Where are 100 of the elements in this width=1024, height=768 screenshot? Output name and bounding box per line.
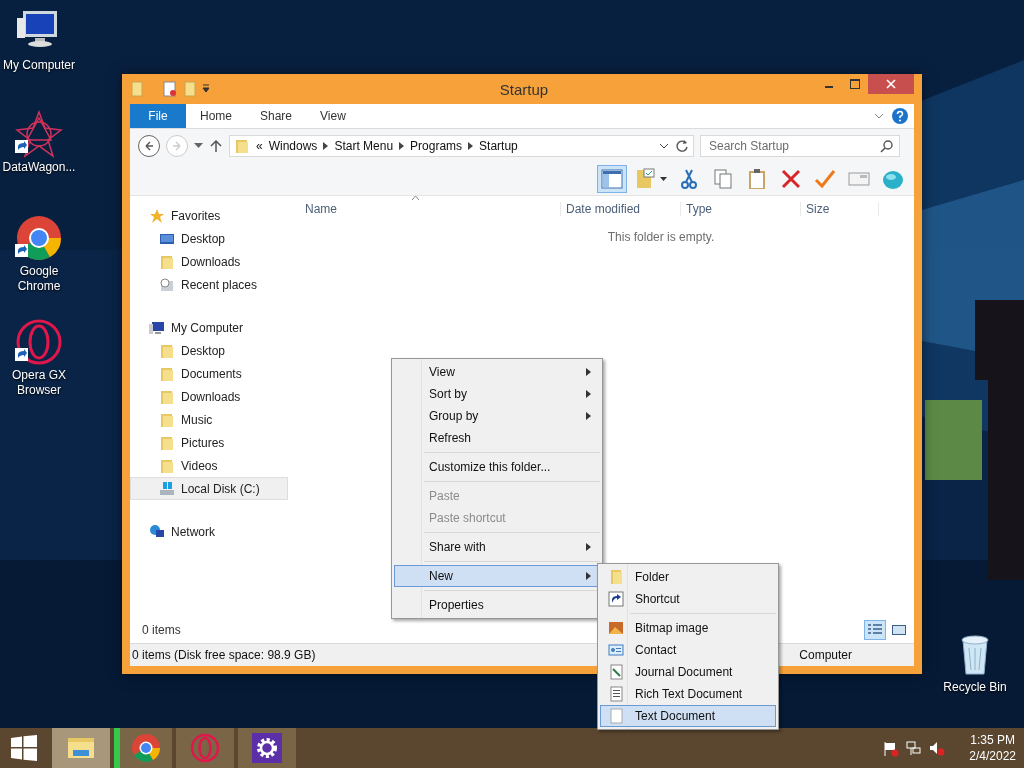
ribbon-tab[interactable]: Share xyxy=(246,104,307,128)
empty-folder-message: This folder is empty. xyxy=(607,230,715,244)
menu-item[interactable]: Journal Document xyxy=(600,661,776,683)
nav-item[interactable]: Desktop xyxy=(130,227,288,250)
menu-item[interactable]: Properties xyxy=(394,594,600,616)
disk-icon xyxy=(159,480,175,497)
details-list-icon xyxy=(868,624,882,636)
pane-icon xyxy=(600,167,624,191)
submenu-arrow-icon xyxy=(586,572,591,580)
clock-time: 1:35 PM xyxy=(970,732,1015,748)
flag-icon[interactable] xyxy=(882,739,900,757)
chrome-icon xyxy=(130,732,162,764)
status-text: 0 items (Disk free space: 98.9 GB) xyxy=(132,648,316,662)
large-icons-icon xyxy=(892,624,906,636)
ribbon-tab[interactable]: View xyxy=(306,104,360,128)
column-header[interactable]: Name xyxy=(300,202,561,216)
menu-item[interactable]: Bitmap image xyxy=(600,617,776,639)
nav-item[interactable]: Favorites xyxy=(130,204,288,227)
nav-item-label: Videos xyxy=(181,458,218,473)
nav-item-label: Network xyxy=(171,524,215,539)
nav-item[interactable]: Local Disk (C:) xyxy=(130,477,288,500)
contact-icon xyxy=(608,642,624,658)
menu-item[interactable]: Customize this folder... xyxy=(394,456,600,478)
shortcut-icon xyxy=(608,591,624,607)
nav-item-label: Downloads xyxy=(181,389,241,404)
menu-item[interactable]: Share with xyxy=(394,536,600,558)
submenu-arrow-icon xyxy=(586,543,591,551)
address-bar[interactable]: « Windows Start Menu Programs Startup xyxy=(229,135,694,157)
folder-icon xyxy=(159,411,175,428)
recent-icon xyxy=(159,276,175,293)
column-header[interactable]: Date modified xyxy=(561,202,681,216)
breadcrumb-overflow[interactable]: « xyxy=(256,139,263,153)
nav-item-label: Recent places xyxy=(181,277,258,292)
nav-item-label: Desktop xyxy=(181,231,226,246)
quick-access-toolbar-icon[interactable] xyxy=(130,80,212,98)
window-title: Startup xyxy=(498,80,550,98)
network-icon xyxy=(149,523,165,540)
nav-item[interactable]: Documents xyxy=(130,362,288,385)
nav-item-label: Documents xyxy=(181,366,242,381)
toolbar-button[interactable] xyxy=(597,165,627,193)
nav-item[interactable]: Pictures xyxy=(130,431,288,454)
desktop-icon[interactable]: DataWagon... xyxy=(0,110,78,175)
nav-item[interactable]: Network xyxy=(130,520,288,543)
menu-item[interactable]: Shortcut xyxy=(600,588,776,610)
menu-item[interactable]: Contact xyxy=(600,639,776,661)
network-icon[interactable] xyxy=(905,739,923,757)
taskbar-button[interactable] xyxy=(238,728,296,768)
menu-item[interactable]: Refresh xyxy=(394,427,600,449)
details-view-button[interactable] xyxy=(864,620,886,640)
desktop-icon-label: Google Chrome xyxy=(16,264,62,294)
nav-item[interactable]: My Computer xyxy=(130,316,288,339)
column-header[interactable]: Type xyxy=(681,202,801,216)
minimize-icon xyxy=(825,86,833,88)
bitmap-icon xyxy=(608,620,624,636)
ribbon-tab[interactable]: Home xyxy=(186,104,246,128)
breadcrumb-separator-icon xyxy=(399,142,405,150)
help-icon[interactable] xyxy=(892,108,908,124)
submenu-arrow-icon xyxy=(586,412,591,420)
back-button[interactable] xyxy=(138,135,160,157)
folder-icon xyxy=(159,342,175,359)
nav-item[interactable]: Videos xyxy=(130,454,288,477)
menu-item[interactable]: Sort by xyxy=(394,383,600,405)
nav-item-label: My Computer xyxy=(171,320,244,335)
nav-item[interactable]: Music xyxy=(130,408,288,431)
desktop-icon-label: Recycle Bin xyxy=(943,680,1007,695)
desktop-icon[interactable]: Google Chrome xyxy=(0,214,78,294)
menu-item[interactable]: Group by xyxy=(394,405,600,427)
nav-item-label: Downloads xyxy=(181,254,241,269)
menu-item[interactable]: Folder xyxy=(600,566,776,588)
breadcrumb-separator-icon xyxy=(323,142,329,150)
menu-item[interactable]: View xyxy=(394,361,600,383)
folder-icon xyxy=(159,388,175,405)
desktop-icon[interactable]: Recycle Bin xyxy=(936,630,1014,695)
column-header[interactable]: Size xyxy=(801,202,879,216)
star-icon xyxy=(149,207,165,224)
refresh-icon[interactable] xyxy=(675,139,689,153)
dropdown-arrow-icon[interactable] xyxy=(194,143,203,149)
breadcrumb-item[interactable]: Startup xyxy=(479,139,518,153)
search-field[interactable]: Search Startup xyxy=(700,135,900,157)
chevron-down-icon[interactable] xyxy=(659,143,669,149)
menu-item[interactable]: New xyxy=(394,565,600,587)
menu-item[interactable]: Rich Text Document xyxy=(600,683,776,705)
menu-item[interactable]: Text Document xyxy=(600,705,776,727)
checkmark-icon xyxy=(813,167,837,191)
nav-item[interactable]: Downloads xyxy=(130,385,288,408)
nav-item[interactable]: Desktop xyxy=(130,339,288,362)
breadcrumb-item[interactable]: Start Menu xyxy=(334,139,394,153)
maximize-icon xyxy=(850,79,860,89)
document-icon xyxy=(608,686,624,702)
submenu-arrow-icon xyxy=(586,390,591,398)
up-arrow-icon[interactable] xyxy=(209,139,223,153)
breadcrumb-item[interactable]: Programs xyxy=(410,139,463,153)
desktop-icon[interactable]: Opera GX Browser xyxy=(0,318,78,398)
nav-item[interactable]: Downloads xyxy=(130,250,288,273)
desktop-icon[interactable]: My Computer xyxy=(0,8,78,73)
copy-icon xyxy=(711,167,735,191)
clock[interactable]: 1:35 PM 2/4/2022 xyxy=(969,732,1016,764)
nav-item[interactable]: Recent places xyxy=(130,273,288,296)
breadcrumb-item[interactable]: Windows xyxy=(268,139,318,153)
arrow-icon xyxy=(171,140,183,152)
